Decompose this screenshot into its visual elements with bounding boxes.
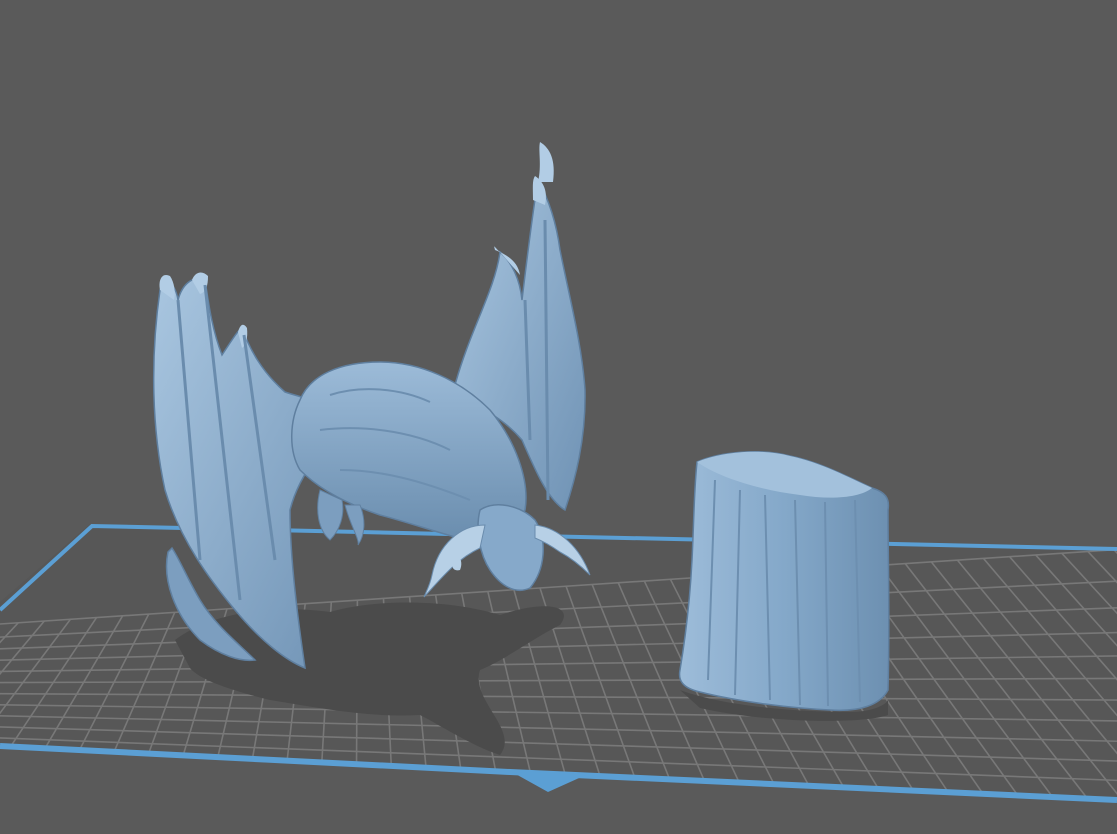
tree-stump-model[interactable] (678, 451, 890, 712)
3d-viewport[interactable] (0, 0, 1117, 834)
scene[interactable] (0, 0, 1117, 834)
